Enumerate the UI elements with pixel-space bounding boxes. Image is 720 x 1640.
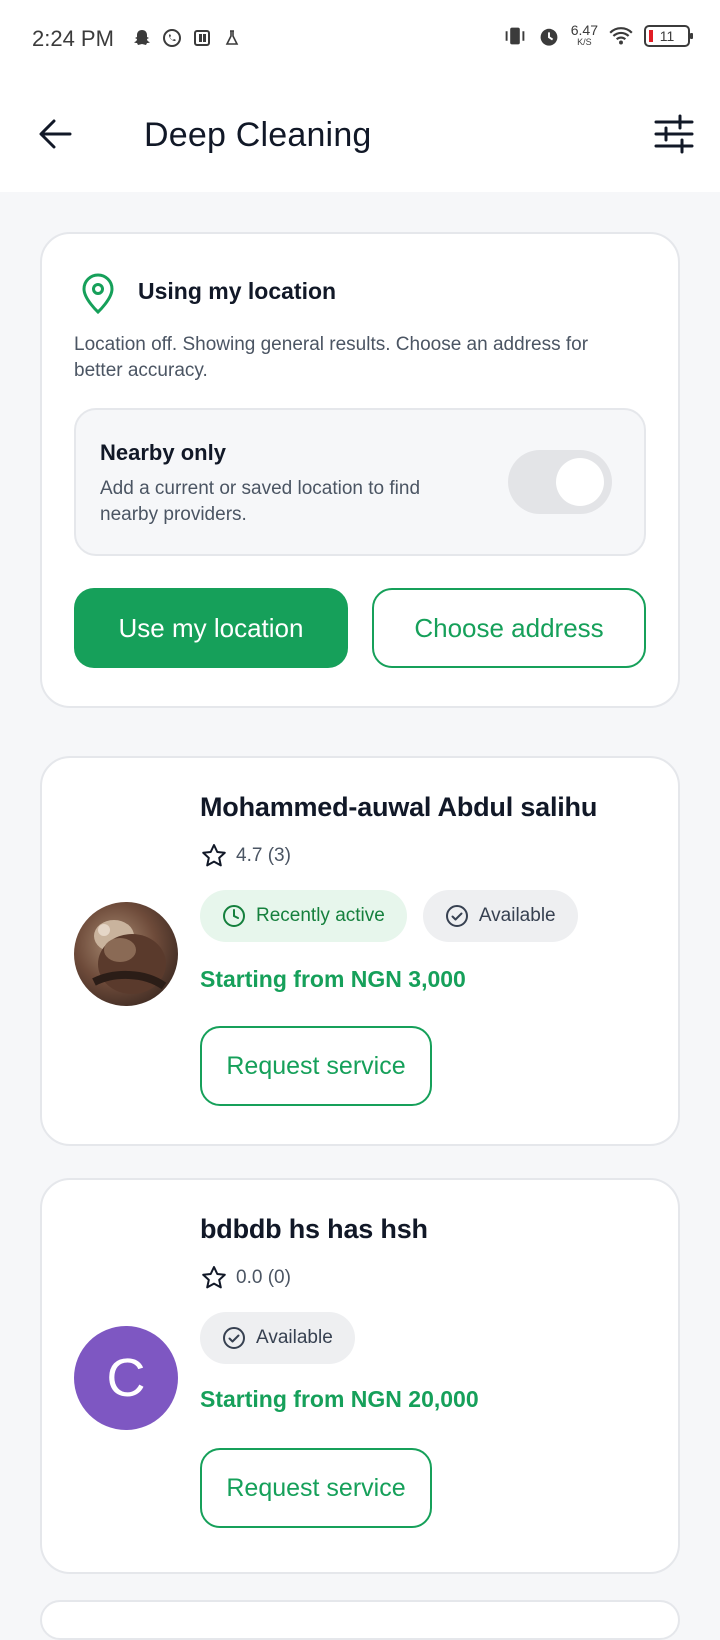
avatar <box>74 902 178 1006</box>
badge-label: Available <box>256 1327 333 1348</box>
provider-badges: Recently active Available <box>200 890 578 942</box>
provider-name: Mohammed-auwal Abdul salihu <box>200 792 598 822</box>
avatar-letter: C <box>106 1348 146 1408</box>
toggle-knob <box>556 458 604 506</box>
available-badge: Available <box>200 1312 355 1364</box>
back-arrow-icon[interactable] <box>34 112 78 156</box>
app-bar: Deep Cleaning <box>0 80 720 192</box>
clock-icon <box>223 905 245 927</box>
choose-address-button[interactable]: Choose address <box>372 588 646 668</box>
location-pin-icon <box>82 273 114 314</box>
provider-rating: 0.0 (0) <box>200 1264 291 1292</box>
provider-name: bdbdb hs has hsh <box>200 1214 428 1244</box>
nearby-description: Add a current or saved location to find … <box>100 478 421 525</box>
battery-icon: 11 <box>644 25 693 47</box>
request-service-button[interactable]: Request service <box>200 1448 432 1528</box>
app-icon <box>194 30 210 46</box>
provider-card[interactable]: C bdbdb hs has hsh 0.0 (0) Available Sta… <box>40 1178 680 1574</box>
wifi-icon <box>609 27 633 45</box>
badge-label: Available <box>478 905 556 926</box>
provider-badges: Available <box>200 1312 355 1364</box>
request-service-button[interactable]: Request service <box>200 1026 432 1106</box>
use-my-location-button[interactable]: Use my location <box>74 588 348 668</box>
nearby-only-toggle[interactable] <box>508 450 612 514</box>
status-time: 2:24 PM <box>32 26 114 51</box>
star-icon <box>202 1266 226 1289</box>
check-circle-icon <box>223 1327 245 1349</box>
battery-level: 11 <box>659 28 675 44</box>
page-title: Deep Cleaning <box>144 116 372 154</box>
snapchat-icon <box>134 30 150 45</box>
net-speed-unit: K/S <box>577 37 592 47</box>
nearby-only-section: Nearby only Add a current or saved locat… <box>74 408 646 556</box>
rating-value: 0.0 (0) <box>236 1267 291 1288</box>
provider-price: Starting from NGN 20,000 <box>200 1386 479 1412</box>
location-title: Using my location <box>138 278 337 304</box>
recently-active-badge: Recently active <box>200 890 407 942</box>
check-circle-icon <box>445 905 468 927</box>
system-icons: 6.47 K/S 11 <box>503 22 693 48</box>
net-speed: 6.47 K/S <box>570 22 598 48</box>
available-badge: Available <box>422 890 578 942</box>
alarm-icon <box>540 28 558 46</box>
whatsapp-icon <box>163 29 181 47</box>
badge-label: Recently active <box>256 905 385 926</box>
provider-card[interactable]: Mohammed-auwal Abdul salihu 4.7 (3) Rece… <box>40 756 680 1146</box>
flask-icon <box>225 30 239 45</box>
star-icon <box>202 844 226 867</box>
sliders-icon[interactable] <box>652 112 696 156</box>
status-bar: 2:24 PM 6.47 K/S 11 <box>0 0 720 80</box>
notification-icons <box>132 28 242 48</box>
nearby-title: Nearby only <box>100 440 226 465</box>
provider-card-partial[interactable] <box>40 1600 680 1640</box>
vibrate-icon <box>505 27 525 45</box>
rating-value: 4.7 (3) <box>236 845 291 866</box>
location-card: Using my location Location off. Showing … <box>40 232 680 708</box>
avatar-photo-icon <box>92 920 167 994</box>
provider-price: Starting from NGN 3,000 <box>200 966 466 992</box>
provider-rating: 4.7 (3) <box>200 842 291 870</box>
avatar: C <box>74 1326 178 1430</box>
net-speed-value: 6.47 <box>570 22 598 38</box>
location-description: Location off. Showing general results. C… <box>74 334 589 381</box>
